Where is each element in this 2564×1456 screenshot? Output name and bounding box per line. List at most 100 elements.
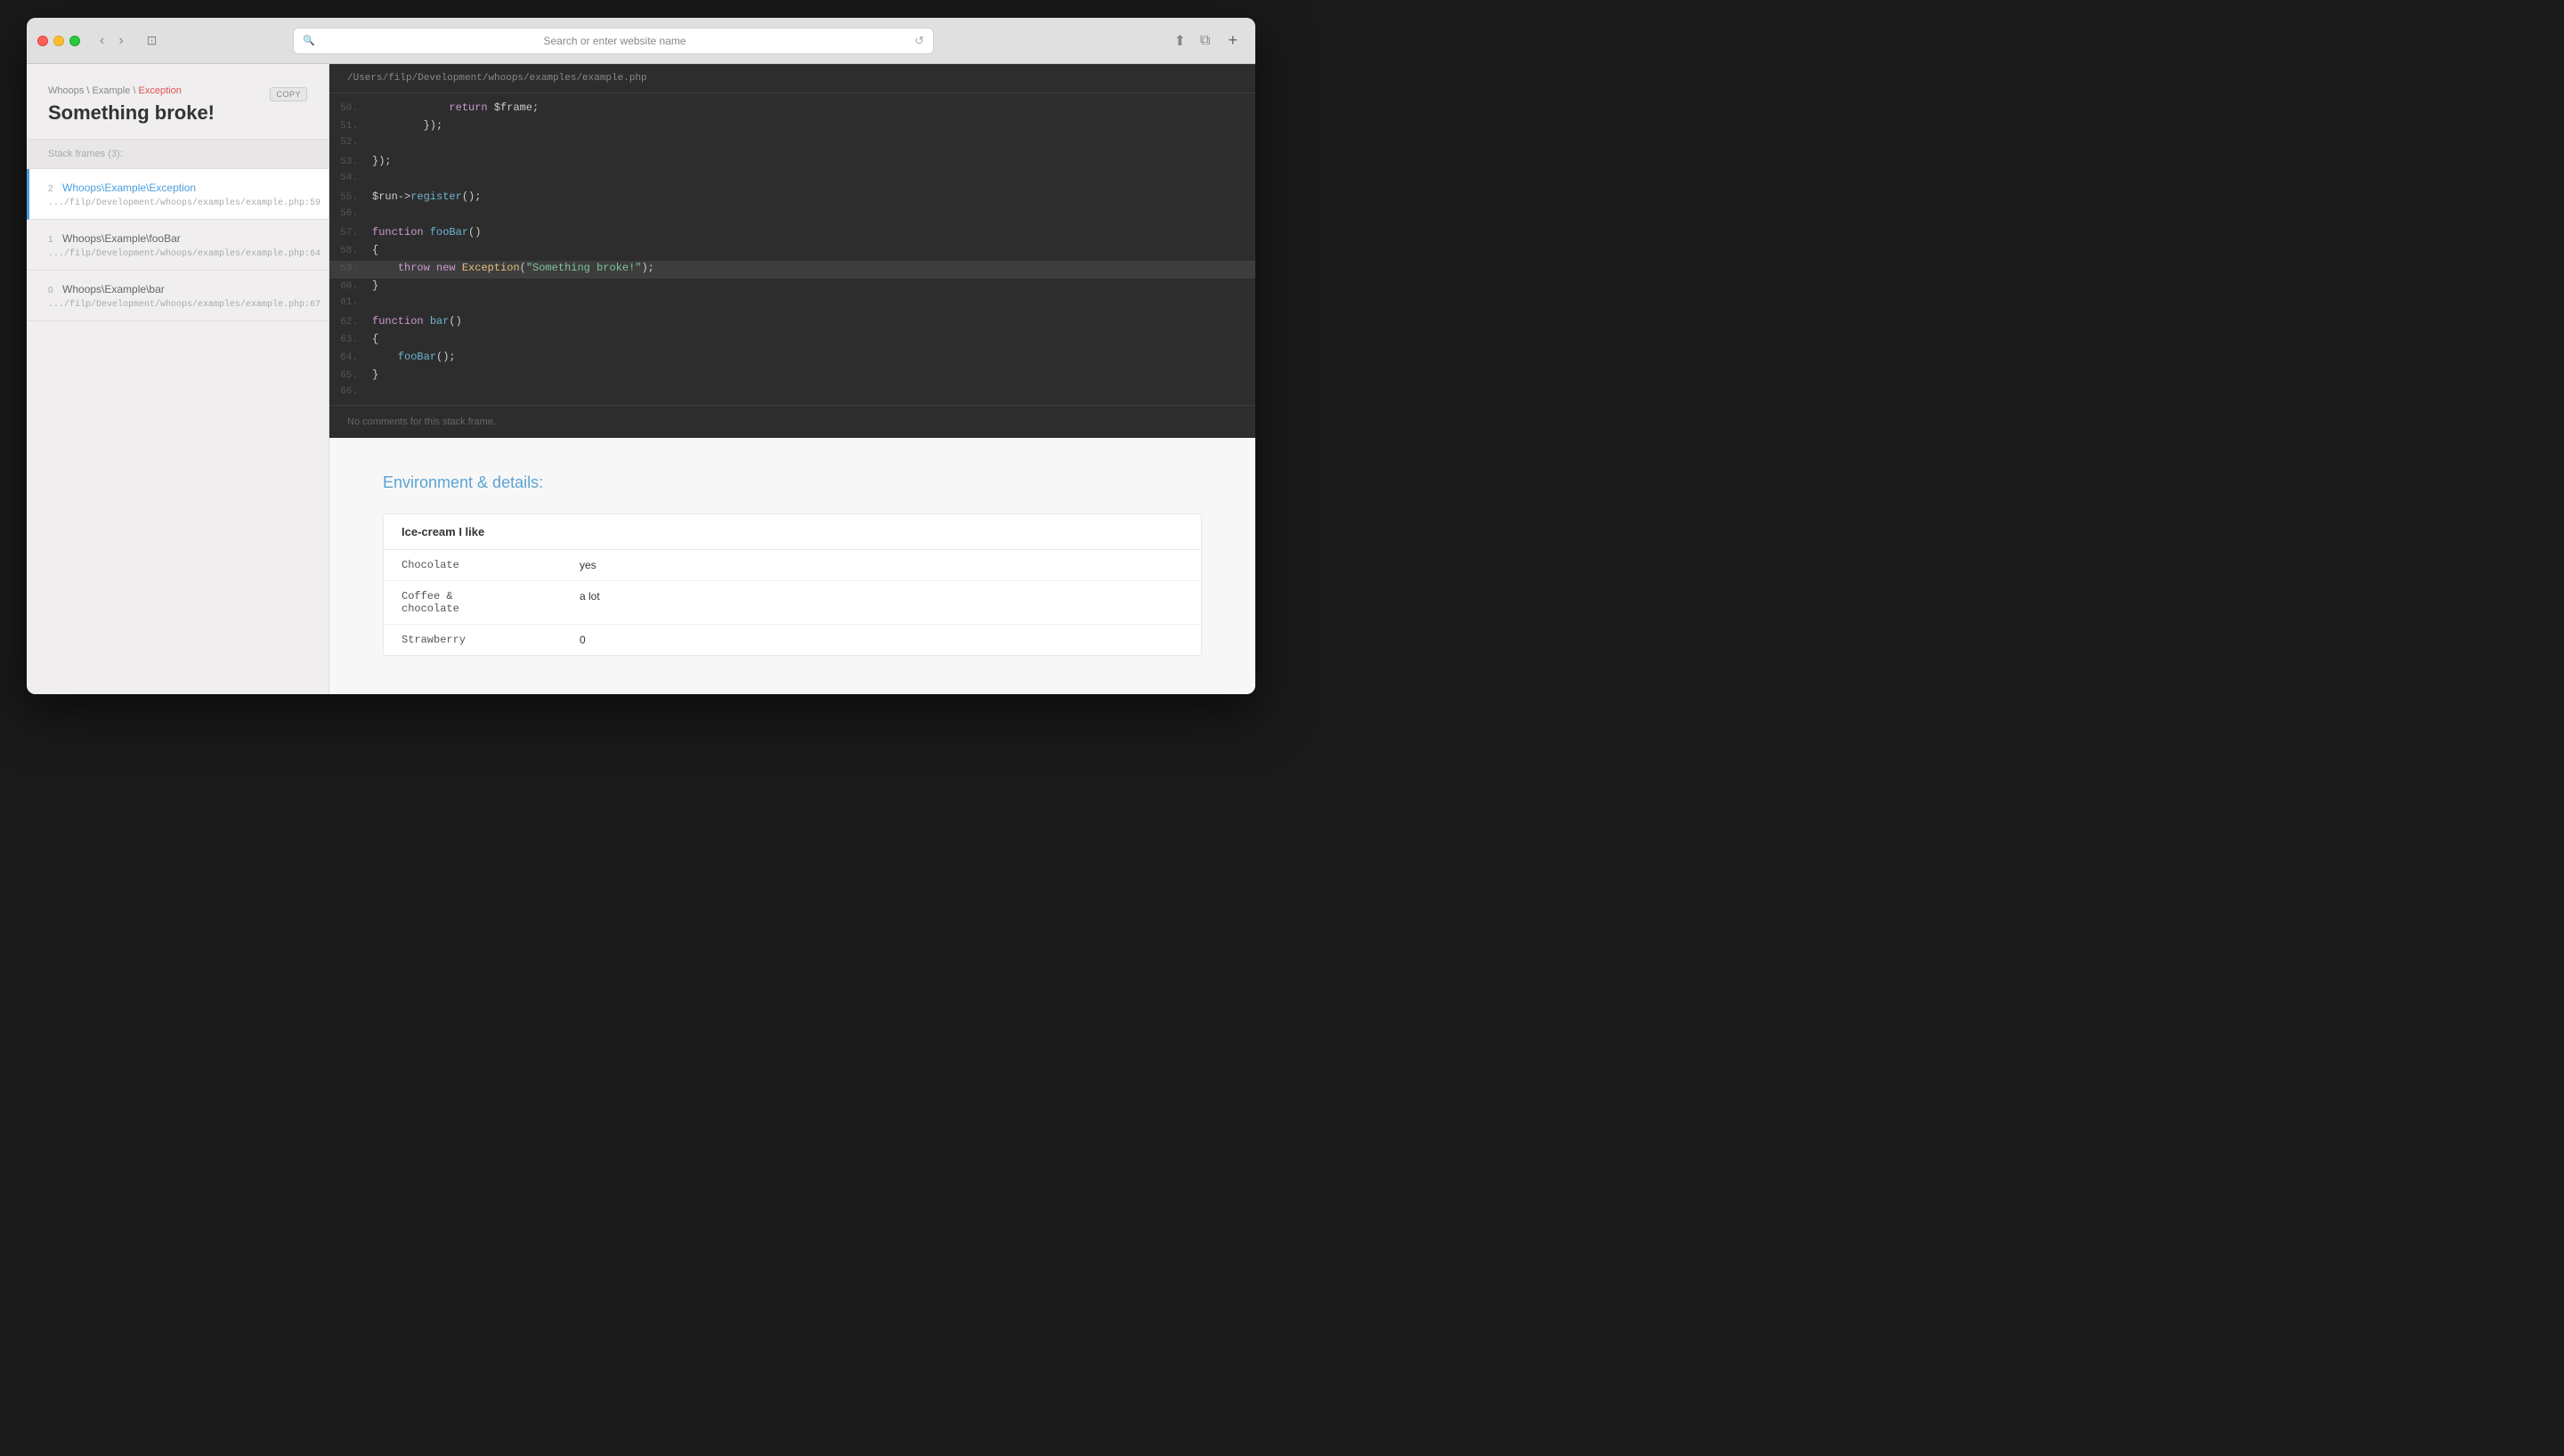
window-button[interactable]: ⧉: [1197, 29, 1213, 53]
back-button[interactable]: ‹: [94, 29, 110, 53]
line-code: }: [372, 279, 378, 292]
line-num: 59.: [329, 263, 372, 274]
line-code: fooBar();: [372, 351, 456, 363]
frame-number-0: 2: [48, 184, 53, 194]
line-num: 54.: [329, 173, 372, 183]
code-line-52: 52.: [329, 136, 1255, 154]
code-line-62: 62. function bar(): [329, 314, 1255, 332]
add-tab-button[interactable]: +: [1221, 28, 1245, 53]
line-code: }: [372, 368, 378, 381]
code-line-64: 64. fooBar();: [329, 350, 1255, 368]
line-num: 64.: [329, 352, 372, 363]
stack-frame-title-2: 0 Whoops\Example\bar: [48, 281, 307, 297]
breadcrumb-exception: Exception: [139, 85, 182, 96]
stack-frame-title: 2 Whoops\Example\Exception: [48, 180, 307, 196]
stack-frame-title-1: 1 Whoops\Example\fooBar: [48, 231, 307, 247]
line-num: 65.: [329, 370, 372, 381]
line-code: });: [372, 119, 442, 132]
line-code: $run->register();: [372, 190, 481, 203]
line-num: 52.: [329, 137, 372, 148]
table-key-0: Chocolate: [384, 550, 562, 580]
toolbar-actions: ⬆ ⧉ +: [1171, 28, 1245, 53]
frame-name-1: Whoops\Example\fooBar: [62, 232, 181, 245]
code-line-53: 53. });: [329, 154, 1255, 172]
environment-table: Ice-cream I like Chocolate yes Coffee &c…: [383, 514, 1202, 656]
table-key-1: Coffee &chocolate: [384, 581, 562, 624]
stack-frame-1[interactable]: 1 Whoops\Example\fooBar .../filp/Develop…: [27, 220, 329, 271]
code-line-60: 60. }: [329, 279, 1255, 296]
stack-frames-list: 2 Whoops\Example\Exception .../filp/Deve…: [27, 169, 329, 694]
sidebar-toggle-button[interactable]: ⊡: [140, 29, 165, 52]
code-line-61: 61.: [329, 296, 1255, 314]
share-button[interactable]: ⬆: [1171, 28, 1189, 53]
table-val-2: 0: [562, 625, 1201, 655]
line-num: 55.: [329, 192, 372, 203]
copy-button[interactable]: COPY: [270, 87, 307, 101]
browser-content: COPY Whoops \ Example \ Exception Someth…: [27, 64, 1255, 694]
code-line-51: 51. });: [329, 118, 1255, 136]
code-content[interactable]: 50. return $frame; 51. }); 52. 53.: [329, 93, 1255, 405]
stack-frames-header: Stack frames (3):: [27, 140, 329, 169]
line-code: return $frame;: [372, 101, 539, 114]
details-panel[interactable]: Environment & details: Ice-cream I like …: [329, 438, 1255, 694]
table-val-0: yes: [562, 550, 1201, 580]
line-num: 66.: [329, 386, 372, 397]
traffic-lights: [37, 36, 80, 46]
code-line-66: 66.: [329, 385, 1255, 403]
line-num: 63.: [329, 335, 372, 345]
frame-name-0: Whoops\Example\Exception: [62, 182, 196, 194]
maximize-button[interactable]: [69, 36, 80, 46]
frame-file-0: .../filp/Development/whoops/examples/exa…: [48, 198, 307, 208]
table-title: Ice-cream I like: [384, 514, 1201, 550]
code-line-63: 63. {: [329, 332, 1255, 350]
code-line-55: 55. $run->register();: [329, 190, 1255, 207]
code-line-58: 58. {: [329, 243, 1255, 261]
left-panel: COPY Whoops \ Example \ Exception Someth…: [27, 64, 329, 694]
code-line-56: 56.: [329, 207, 1255, 225]
search-icon: 🔍: [303, 35, 315, 46]
forward-button[interactable]: ›: [113, 29, 128, 53]
environment-section-title: Environment & details:: [383, 473, 1202, 492]
line-code: {: [372, 333, 378, 345]
code-panel: /Users/filp/Development/whoops/examples/…: [329, 64, 1255, 438]
frame-file-2: .../filp/Development/whoops/examples/exa…: [48, 300, 307, 310]
frame-file-1: .../filp/Development/whoops/examples/exa…: [48, 249, 307, 259]
frame-number-2: 0: [48, 286, 53, 295]
code-line-50: 50. return $frame;: [329, 101, 1255, 118]
code-line-65: 65. }: [329, 368, 1255, 385]
line-code: function bar(): [372, 315, 462, 328]
address-bar[interactable]: 🔍 Search or enter website name ↺: [293, 28, 934, 54]
close-button[interactable]: [37, 36, 48, 46]
breadcrumb: Whoops \ Example \ Exception: [48, 85, 307, 96]
table-row-0: Chocolate yes: [384, 550, 1201, 581]
table-row-1: Coffee &chocolate a lot: [384, 581, 1201, 625]
line-num: 51.: [329, 121, 372, 132]
browser-window: ‹ › ⊡ 🔍 Search or enter website name ↺ ⬆…: [27, 18, 1255, 694]
line-num: 56.: [329, 208, 372, 219]
minimize-button[interactable]: [53, 36, 64, 46]
table-val-1: a lot: [562, 581, 1201, 624]
line-num: 57.: [329, 228, 372, 239]
stack-frame-2[interactable]: 0 Whoops\Example\bar .../filp/Developmen…: [27, 271, 329, 321]
line-num: 53.: [329, 157, 372, 167]
line-num: 62.: [329, 317, 372, 328]
code-comments: No comments for this stack frame.: [329, 405, 1255, 438]
line-num: 61.: [329, 297, 372, 308]
code-line-54: 54.: [329, 172, 1255, 190]
line-code: {: [372, 244, 378, 256]
reload-icon[interactable]: ↺: [914, 34, 924, 48]
right-panel: /Users/filp/Development/whoops/examples/…: [329, 64, 1255, 694]
code-line-59: 59. throw new Exception("Something broke…: [329, 261, 1255, 279]
table-key-2: Strawberry: [384, 625, 562, 655]
stack-frame-0[interactable]: 2 Whoops\Example\Exception .../filp/Deve…: [27, 169, 329, 220]
code-file-path: /Users/filp/Development/whoops/examples/…: [329, 64, 1255, 93]
line-code: function fooBar(): [372, 226, 481, 239]
breadcrumb-prefix: Whoops \ Example \: [48, 85, 139, 96]
address-bar-text: Search or enter website name: [320, 35, 909, 47]
frame-name-2: Whoops\Example\bar: [62, 283, 165, 295]
table-row-2: Strawberry 0: [384, 625, 1201, 655]
frame-number-1: 1: [48, 235, 53, 245]
nav-buttons: ‹ ›: [94, 29, 129, 53]
exception-title: Something broke!: [48, 101, 307, 125]
line-code: });: [372, 155, 392, 167]
